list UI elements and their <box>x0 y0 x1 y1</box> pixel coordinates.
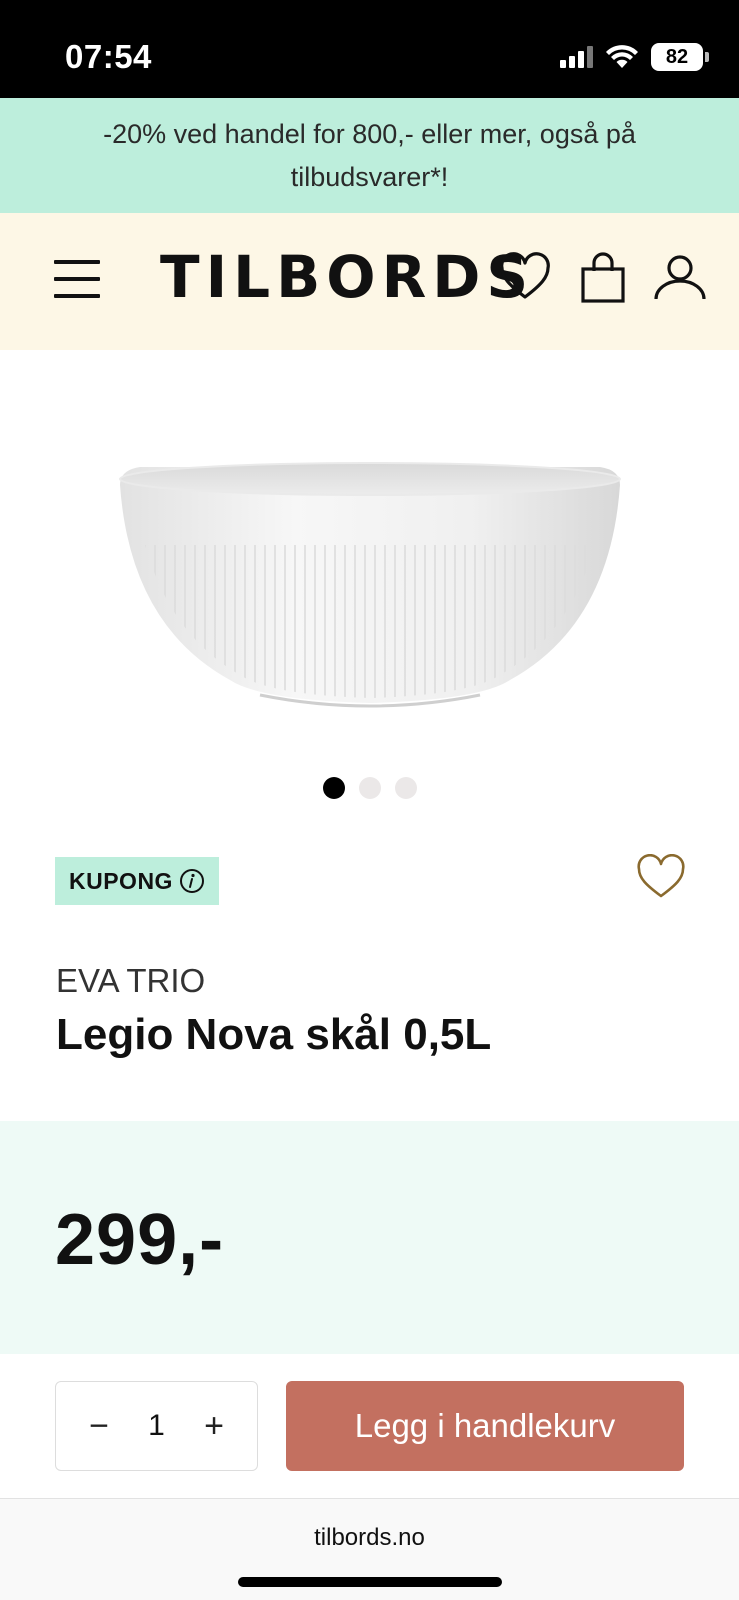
user-icon[interactable] <box>652 249 708 305</box>
quantity-decrease-button[interactable]: − <box>84 1407 114 1446</box>
promo-banner[interactable]: -20% ved handel for 800,- eller mer, ogs… <box>0 98 739 213</box>
status-bar: 07:54 82 <box>0 0 739 98</box>
menu-icon[interactable] <box>54 258 100 300</box>
status-time: 07:54 <box>65 38 152 75</box>
wishlist-heart-icon[interactable] <box>636 853 686 900</box>
battery-icon: 82 <box>651 43 709 71</box>
logo[interactable]: TILBORDS <box>160 243 534 311</box>
signal-icon <box>560 46 593 68</box>
status-icons: 82 <box>560 42 709 72</box>
product-title: Legio Nova skål 0,5L <box>56 1010 492 1059</box>
promo-text: -20% ved handel for 800,- eller mer, ogs… <box>103 118 636 192</box>
product-price: 299,- <box>55 1200 225 1280</box>
product-brand[interactable]: EVA TRIO <box>56 962 205 1000</box>
url-text[interactable]: tilbords.no <box>0 1524 739 1552</box>
coupon-badge[interactable]: KUPONG <box>55 857 219 905</box>
heart-icon[interactable] <box>497 249 553 305</box>
quantity-value[interactable]: 1 <box>148 1409 165 1443</box>
shopping-bag-icon[interactable] <box>575 249 631 305</box>
price-section: 299,- <box>0 1121 739 1354</box>
carousel-dot-2[interactable] <box>358 777 381 799</box>
quantity-stepper: − 1 + <box>55 1381 258 1471</box>
quantity-increase-button[interactable]: + <box>199 1407 229 1446</box>
site-header: TILBORDS <box>0 213 739 350</box>
product-image[interactable] <box>110 455 630 725</box>
home-indicator[interactable] <box>238 1577 502 1587</box>
add-to-cart-button[interactable]: Legg i handlekurv <box>286 1381 684 1471</box>
coupon-badge-label: KUPONG <box>69 867 173 894</box>
carousel-dots <box>0 777 739 799</box>
carousel-dot-1[interactable] <box>322 777 345 799</box>
wifi-icon <box>606 45 638 68</box>
carousel-dot-3[interactable] <box>394 777 417 799</box>
browser-url-bar[interactable]: tilbords.no <box>0 1498 739 1600</box>
info-icon[interactable] <box>179 868 205 894</box>
